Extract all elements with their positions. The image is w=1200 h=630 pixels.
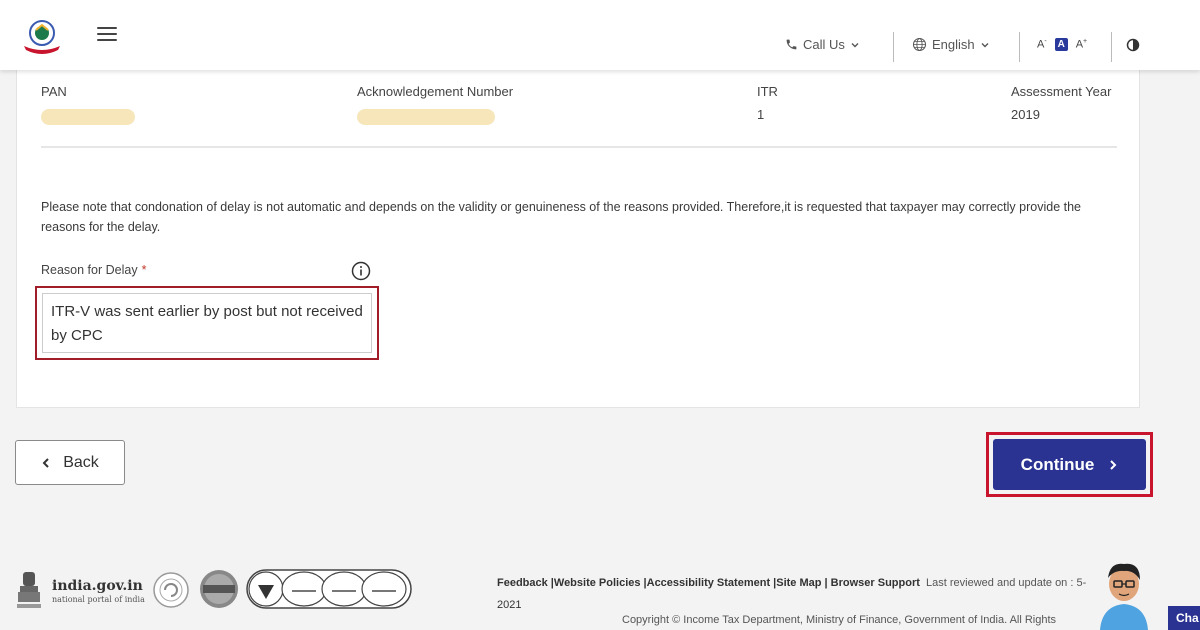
pan-label: PAN [41,84,67,99]
emblem-logo-icon[interactable] [20,18,64,56]
page-footer: india.gov.in national portal of india Fe… [0,548,1200,630]
assessment-year-value: 2019 [1011,107,1040,122]
language-label: English [932,37,975,52]
ack-number-value-masked [357,109,495,125]
required-mark: * [141,263,147,277]
certification-badges-icon[interactable] [246,569,412,609]
language-menu[interactable]: English [912,37,990,52]
entrust-badge-icon[interactable] [199,569,239,609]
font-default-button[interactable]: A [1054,38,1068,51]
hamburger-menu-icon[interactable] [97,27,117,43]
section-divider [41,146,1117,148]
reason-label: Reason for Delay * [41,263,146,277]
chevron-left-icon [42,457,49,468]
itr-value: 1 [757,107,765,122]
call-us-label: Call Us [803,37,845,52]
site-tagline: national portal of india [52,595,145,604]
itr-field: ITR 1 [757,84,778,122]
contrast-icon[interactable] [1126,38,1140,52]
pan-value-masked [41,109,135,125]
footer-links: Feedback |Website Policies |Accessibilit… [497,572,1097,616]
site-name: india.gov.in [52,578,143,594]
india-gov-logo[interactable]: india.gov.in national portal of india [52,578,145,604]
back-button-label: Back [63,453,99,471]
chevron-right-icon [1110,459,1117,470]
reason-highlight-frame: ITR-V was sent earlier by post but not r… [35,286,379,360]
font-size-controls: A- A A+ [1037,38,1087,51]
pan-field: PAN [41,84,135,125]
chat-assistant-avatar[interactable] [1094,556,1154,630]
continue-button[interactable]: Continue [993,439,1146,490]
header-divider [1111,32,1112,62]
continue-highlight-frame: Continue [986,432,1153,497]
copyright-text: Copyright © Income Tax Department, Minis… [622,614,1057,626]
header-divider [893,32,894,62]
top-header: Call Us English A- A A+ [0,0,1200,70]
back-button[interactable]: Back [15,440,125,485]
continue-button-label: Continue [1020,454,1095,474]
font-decrease-button[interactable]: A- [1037,38,1047,51]
condonation-note: Please note that condonation of delay is… [41,200,1081,234]
font-increase-button[interactable]: A+ [1076,38,1087,51]
last-reviewed-text: Last reviewed and update on : 5- [926,577,1087,589]
call-us-menu[interactable]: Call Us [785,37,860,52]
chat-button[interactable]: Cha [1168,606,1200,630]
ack-number-field: Acknowledgement Number [357,84,513,125]
header-divider [1019,32,1020,62]
assessment-year-label: Assessment Year [1011,84,1112,99]
cqw-badge-icon[interactable] [152,571,190,609]
national-emblem-icon [17,572,41,608]
phone-icon [786,39,797,50]
reason-textarea[interactable]: ITR-V was sent earlier by post but not r… [42,293,372,353]
chevron-down-icon [851,42,859,47]
globe-icon [912,37,927,52]
chevron-down-icon [981,42,989,47]
info-icon[interactable] [351,261,371,281]
assessment-year-field: Assessment Year 2019 [1011,84,1111,122]
ack-number-label: Acknowledgement Number [357,84,514,99]
reason-label-text: Reason for Delay [41,263,138,277]
delay-reason-card: PAN Acknowledgement Number ITR 1 Assessm… [16,70,1140,408]
last-reviewed-year: 2021 [497,599,522,611]
font-increase-label: A [1075,38,1084,51]
footer-nav-links[interactable]: Feedback |Website Policies |Accessibilit… [497,577,920,589]
itr-label: ITR [757,84,778,99]
